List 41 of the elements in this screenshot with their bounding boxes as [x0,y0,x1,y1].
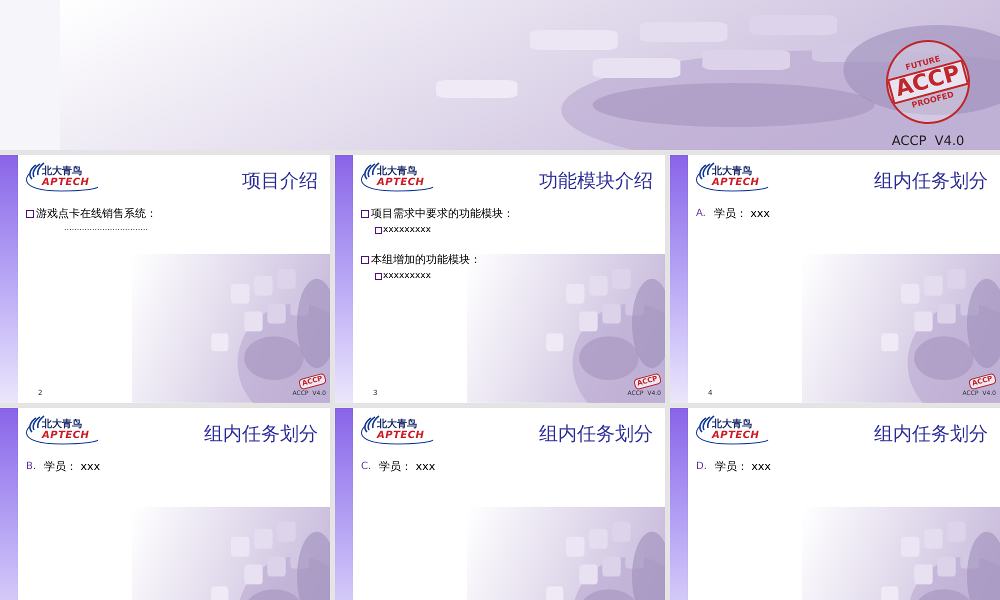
bullet-icon [375,273,382,280]
item-marker: A. [696,207,706,222]
bullet-text: xxxxxxxxx [383,224,431,237]
slide-thumbnail[interactable]: 北大青鸟 APTECH 组内任务划分 B. 学员： xxx [0,408,330,600]
logo-brand: APTECH [377,177,424,188]
bullet-icon [361,210,369,218]
slide-title: 功能模块介绍 [539,169,653,194]
item-text: 学员： xxx [714,458,771,474]
bullet-text: 游戏点卡在线销售系统： [36,206,157,222]
bullet-text: xxxxxxxxx [383,270,431,283]
item-marker: C. [361,460,372,474]
bullet-text: 项目需求中要求的功能模块： [371,206,514,222]
item-text: 学员： xxx [714,206,770,222]
item-marker: B. [26,460,36,474]
logo-text: 北大青鸟 [42,419,83,430]
logo-text: 北大青鸟 [377,166,418,177]
item-text: 学员： xxx [379,458,436,474]
logo-brand: APTECH [42,177,90,188]
dotted-text: ................................. [63,224,149,232]
logo-brand: APTECH [712,177,760,188]
slide-thumbnail[interactable]: 北大青鸟 APTECH 组内任务划分 D. 学员： xxx [670,408,1000,600]
bullet-icon [361,256,369,264]
item-text: 学员： xxx [44,458,100,474]
slide-title: 组内任务划分 [539,422,653,447]
logo-brand: APTECH [42,430,90,441]
logo-text: 北大青鸟 [377,419,418,430]
slide-title: 组内任务划分 [874,169,988,194]
logo-brand: APTECH [712,430,760,441]
slide-title: 项目介绍 [242,169,318,194]
slide-title: 组内任务划分 [874,422,988,447]
bullet-text: 本组增加的功能模块： [371,252,481,268]
slide-title: 组内任务划分 [204,422,318,447]
bullet-icon [375,227,382,234]
bullet-icon [26,210,34,218]
logo-text: 北大青鸟 [712,166,753,177]
slide-thumbnail[interactable]: 北大青鸟 APTECH 组内任务划分 C. 学员： xxx [335,408,665,600]
logo-brand: APTECH [377,430,424,441]
footer-text: ACCP V4.0 [892,133,964,150]
logo-text: 北大青鸟 [712,419,753,430]
item-marker: D. [696,460,707,474]
logo-text: 北大青鸟 [42,166,83,177]
